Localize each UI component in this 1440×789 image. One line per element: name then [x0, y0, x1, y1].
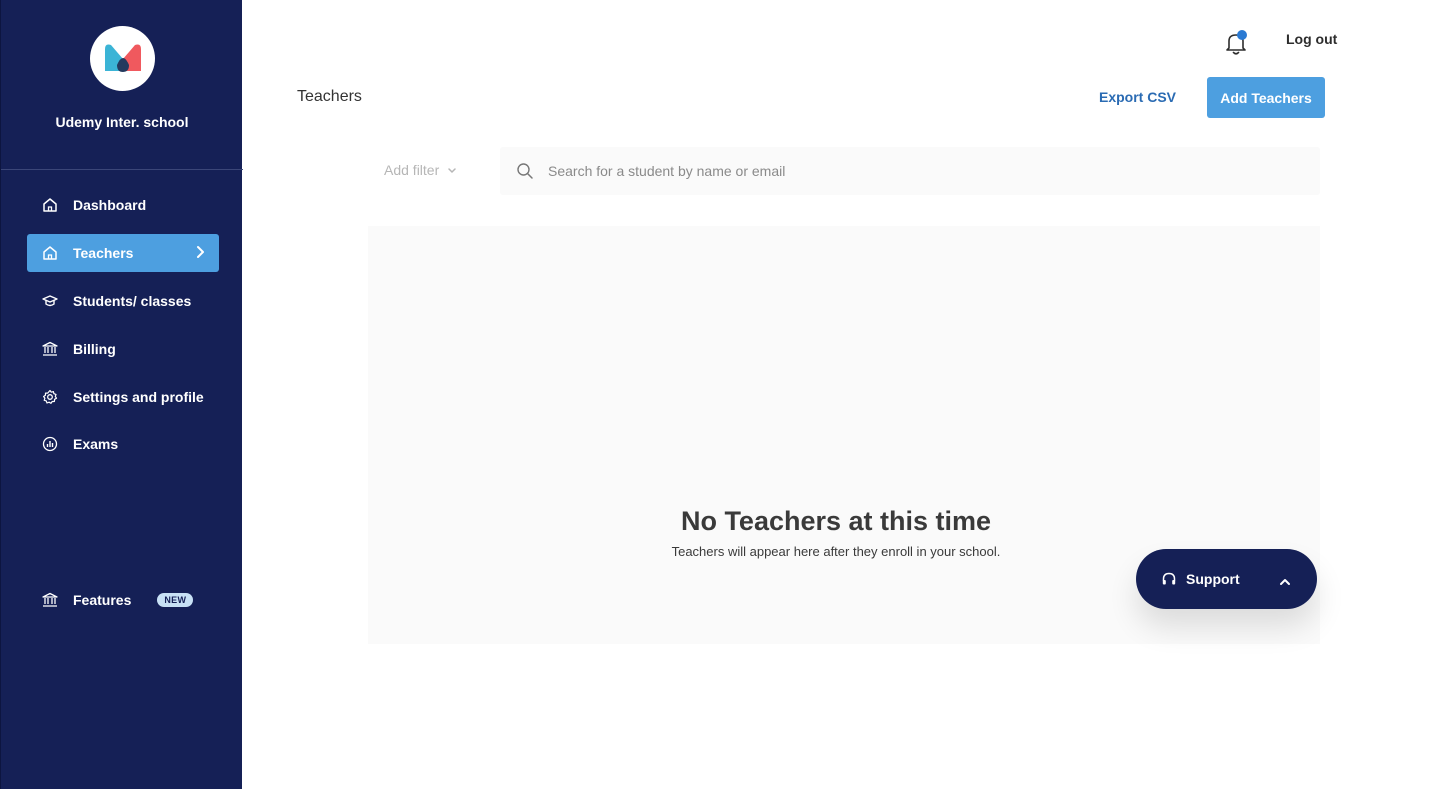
chart-icon [41, 435, 59, 453]
search-icon [516, 162, 534, 180]
gear-icon [41, 388, 59, 406]
new-badge: NEW [157, 593, 194, 607]
sidebar-item-dashboard[interactable]: Dashboard [27, 186, 219, 224]
sidebar-divider [1, 169, 243, 170]
add-filter-label: Add filter [384, 162, 440, 178]
home-icon [41, 244, 59, 262]
sidebar-item-label: Students/ classes [73, 293, 192, 309]
export-csv-link[interactable]: Export CSV [1099, 89, 1176, 105]
add-teachers-button[interactable]: Add Teachers [1207, 77, 1325, 118]
search-input[interactable] [548, 163, 1248, 179]
sidebar-item-settings-and-profile[interactable]: Settings and profile [27, 378, 219, 416]
sidebar-item-label: Settings and profile [73, 389, 204, 405]
sidebar-item-teachers[interactable]: Teachers [27, 234, 219, 272]
empty-state-title: No Teachers at this time [680, 506, 992, 536]
support-label: Support [1186, 571, 1240, 587]
logo-mark-icon [105, 44, 141, 72]
chevron-up-icon [1279, 574, 1291, 592]
support-widget-button[interactable]: Support [1136, 549, 1317, 609]
sidebar: Udemy Inter. school Dashboard Teachers S… [0, 0, 243, 789]
notification-dot [1237, 30, 1247, 40]
bank-icon [41, 591, 59, 609]
search-bar [500, 147, 1320, 195]
page-title: Teachers [297, 88, 362, 105]
sidebar-item-label: Billing [73, 341, 116, 357]
bank-icon [41, 340, 59, 358]
sidebar-item-label: Dashboard [73, 197, 147, 213]
sidebar-item-students-classes[interactable]: Students/ classes [27, 282, 219, 320]
graduation-cap-icon [41, 292, 59, 310]
headset-icon [1161, 571, 1177, 587]
sidebar-item-features[interactable]: Features NEW [27, 581, 219, 619]
add-filter-dropdown[interactable]: Add filter [384, 162, 457, 178]
sidebar-item-label: Teachers [73, 245, 134, 261]
sidebar-item-billing[interactable]: Billing [27, 330, 219, 368]
chevron-down-icon [447, 162, 457, 178]
sidebar-item-exams[interactable]: Exams [27, 425, 219, 463]
sidebar-item-label: Exams [73, 436, 119, 452]
logout-button[interactable]: Log out [1286, 31, 1337, 47]
home-icon [41, 196, 59, 214]
school-logo[interactable] [90, 26, 155, 91]
school-name: Udemy Inter. school [55, 114, 189, 130]
sidebar-item-label: Features [73, 592, 132, 608]
chevron-right-icon [195, 245, 205, 262]
